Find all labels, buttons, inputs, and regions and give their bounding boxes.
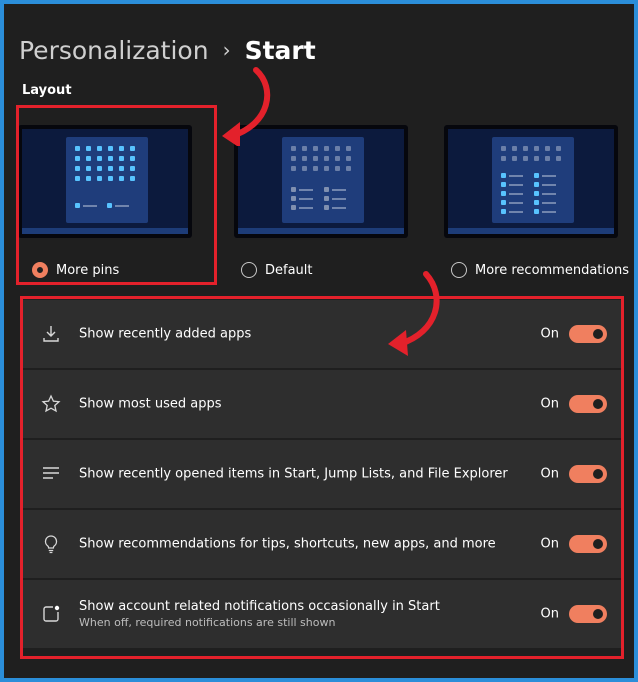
preview-desktop	[448, 129, 614, 234]
preview-desktop	[22, 129, 188, 234]
setting-subtitle: When off, required notifications are sti…	[79, 616, 336, 629]
setting-recently-opened-items[interactable]: Show recently opened items in Start, Jum…	[23, 440, 621, 508]
setting-text: Show recently added apps	[79, 327, 251, 342]
preview-pins	[75, 146, 139, 181]
preview-start-menu	[492, 137, 574, 223]
breadcrumb-parent[interactable]: Personalization	[19, 36, 209, 65]
setting-text: Show recommendations for tips, shortcuts…	[79, 537, 496, 552]
setting-most-used-apps[interactable]: Show most used apps On	[23, 370, 621, 438]
layout-option-more-recommendations[interactable]: More recommendations	[451, 262, 629, 278]
settings-window: Personalization › Start Layout More pins…	[4, 4, 634, 678]
setting-recommendations[interactable]: Show recommendations for tips, shortcuts…	[23, 510, 621, 578]
breadcrumb-chevron-icon: ›	[222, 38, 231, 62]
radio-icon[interactable]	[241, 262, 257, 278]
start-settings-list: Show recently added apps On Show most us…	[23, 300, 621, 650]
preview-desktop	[238, 129, 404, 234]
layout-option-more-pins[interactable]: More pins	[32, 262, 119, 278]
preview-taskbar	[238, 228, 404, 234]
preview-recommendations	[75, 203, 129, 208]
radio-icon[interactable]	[451, 262, 467, 278]
setting-text: Show most used apps	[79, 397, 221, 412]
toggle-state-label: On	[540, 326, 559, 342]
recommendations-toggle[interactable]	[569, 535, 607, 553]
toggle-state-label: On	[540, 396, 559, 412]
layout-option-default[interactable]: Default	[241, 262, 313, 278]
preview-recommendations	[291, 187, 346, 210]
setting-title: Show recently opened items in Start, Jum…	[79, 466, 508, 482]
breadcrumb: Personalization › Start	[19, 30, 316, 70]
setting-title: Show most used apps	[79, 396, 222, 412]
layout-preview-more-pins[interactable]	[18, 125, 192, 238]
setting-title: Show recently added apps	[79, 326, 252, 342]
account-notifications-toggle[interactable]	[569, 605, 607, 623]
radio-selected-icon[interactable]	[32, 262, 48, 278]
setting-title: Show recommendations for tips, shortcuts…	[79, 536, 496, 552]
preview-start-menu	[66, 137, 148, 223]
layout-preview-default[interactable]	[234, 125, 408, 238]
list-icon	[41, 464, 61, 484]
layout-preview-more-recommendations[interactable]	[444, 125, 618, 238]
toggle-state-label: On	[540, 606, 559, 622]
layout-option-label: Default	[265, 262, 313, 278]
preview-pins	[291, 146, 355, 171]
recently-added-apps-toggle[interactable]	[569, 325, 607, 343]
recently-opened-items-toggle[interactable]	[569, 465, 607, 483]
preview-recommendations	[501, 173, 556, 214]
setting-text: Show recently opened items in Start, Jum…	[79, 467, 508, 482]
toggle-state-label: On	[540, 466, 559, 482]
toggle-state-label: On	[540, 536, 559, 552]
star-icon	[41, 394, 61, 414]
page-title: Start	[244, 35, 316, 65]
setting-title: Show account related notifications occas…	[79, 599, 440, 614]
download-icon	[41, 324, 61, 344]
layout-option-label: More pins	[56, 262, 120, 278]
layout-heading: Layout	[22, 83, 72, 98]
setting-recently-added-apps[interactable]: Show recently added apps On	[23, 300, 621, 368]
preview-pins	[501, 146, 565, 161]
layout-option-label: More recommendations	[475, 262, 629, 278]
setting-text: Show account related notifications occas…	[79, 599, 440, 629]
preview-taskbar	[448, 228, 614, 234]
preview-start-menu	[282, 137, 364, 223]
notification-icon	[41, 604, 61, 624]
setting-account-notifications[interactable]: Show account related notifications occas…	[23, 580, 621, 648]
most-used-apps-toggle[interactable]	[569, 395, 607, 413]
lightbulb-icon	[41, 534, 61, 554]
preview-taskbar	[22, 228, 188, 234]
